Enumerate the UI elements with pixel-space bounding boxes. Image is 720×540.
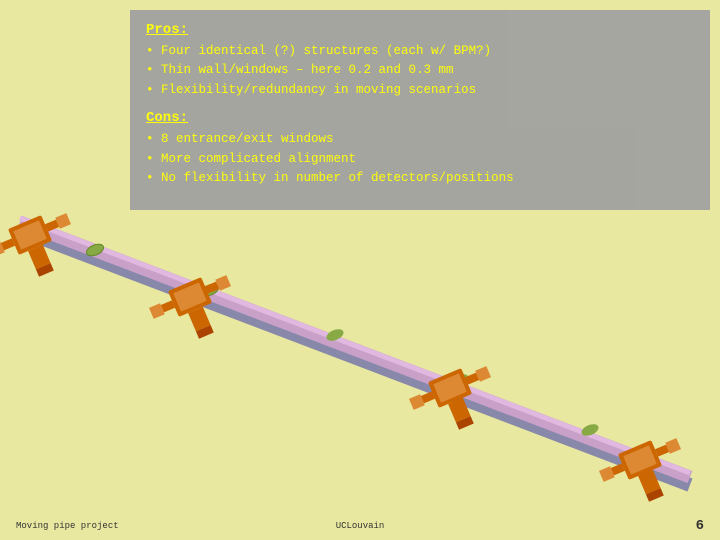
footer-center: UCLouvain <box>336 521 385 531</box>
slide-container: Pros: Four identical (?) structures (eac… <box>0 0 720 540</box>
cons-title: Cons: <box>146 110 694 126</box>
pros-title: Pros: <box>146 22 694 38</box>
pros-item-3: Flexibility/redundancy in moving scenari… <box>146 81 694 100</box>
pros-list: Four identical (?) structures (each w/ B… <box>146 42 694 100</box>
pros-item-1: Four identical (?) structures (each w/ B… <box>146 42 694 61</box>
footer-left: Moving pipe project <box>16 521 119 531</box>
pros-item-2: Thin wall/windows – here 0.2 and 0.3 mm <box>146 61 694 80</box>
beam-svg <box>0 140 720 510</box>
beam-area <box>0 140 720 510</box>
footer-page: 6 <box>696 518 704 534</box>
footer: Moving pipe project UCLouvain 6 <box>0 518 720 534</box>
